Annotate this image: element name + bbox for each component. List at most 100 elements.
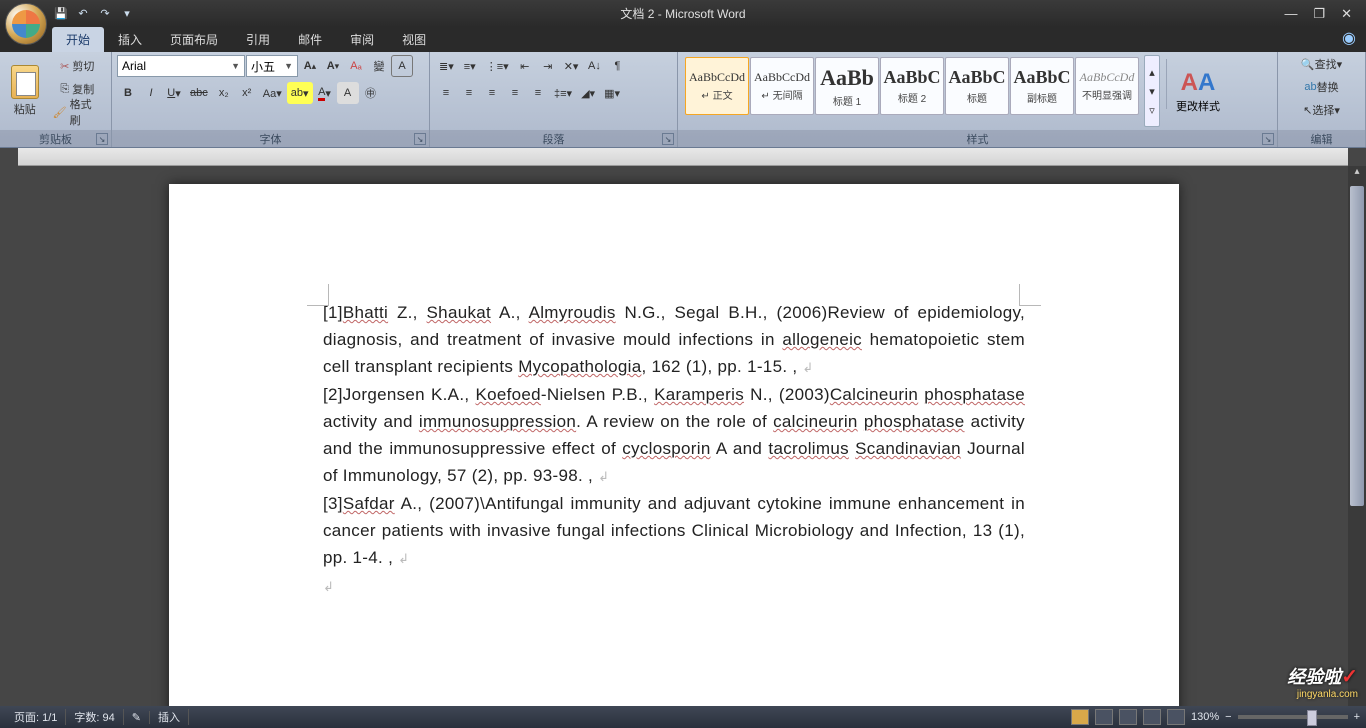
window-title: 文档 2 - Microsoft Word bbox=[620, 5, 745, 22]
show-marks-button[interactable]: ¶ bbox=[606, 55, 628, 77]
select-button[interactable]: ↖选择▾ bbox=[1283, 99, 1360, 121]
numbering-button[interactable]: ≡▾ bbox=[459, 55, 481, 77]
redo-icon[interactable]: ↷ bbox=[96, 5, 114, 23]
change-styles-button[interactable]: AA 更改样式 bbox=[1170, 55, 1226, 127]
font-name-combo[interactable]: Arial▼ bbox=[117, 55, 245, 77]
asian-layout-button[interactable]: ✕▾ bbox=[560, 55, 583, 77]
view-printlayout-button[interactable] bbox=[1071, 709, 1089, 725]
borders-button[interactable]: ▦▾ bbox=[600, 82, 624, 104]
subscript-button[interactable]: x₂ bbox=[213, 82, 235, 104]
paragraph-1[interactable]: [1]Bhatti Z., Shaukat A., Almyroudis N.G… bbox=[323, 299, 1025, 381]
bold-button[interactable]: B bbox=[117, 82, 139, 104]
paste-label: 粘贴 bbox=[14, 101, 36, 117]
cut-button[interactable]: ✂ 剪切 bbox=[49, 55, 106, 77]
font-color-button[interactable]: A▾ bbox=[314, 82, 336, 104]
align-left-button[interactable]: ≡ bbox=[435, 82, 457, 104]
undo-icon[interactable]: ↶ bbox=[74, 5, 92, 23]
close-button[interactable]: ✕ bbox=[1341, 6, 1352, 22]
align-center-button[interactable]: ≡ bbox=[458, 82, 480, 104]
line-spacing-button[interactable]: ‡≡▾ bbox=[550, 82, 576, 104]
view-outline-button[interactable] bbox=[1143, 709, 1161, 725]
justify-button[interactable]: ≡ bbox=[504, 82, 526, 104]
qat-dropdown-icon[interactable]: ▾ bbox=[118, 5, 136, 23]
enclose-char-button[interactable]: ㊥ bbox=[360, 82, 382, 104]
find-button[interactable]: 🔍查找▾ bbox=[1283, 53, 1360, 75]
shading-button[interactable]: ◢▾ bbox=[577, 82, 599, 104]
status-wordcount[interactable]: 字数: 94 bbox=[66, 709, 123, 725]
status-mode[interactable]: 插入 bbox=[150, 709, 189, 725]
quick-access-toolbar: 💾 ↶ ↷ ▾ bbox=[52, 5, 136, 23]
phonetic-guide-button[interactable]: 變 bbox=[368, 55, 390, 77]
view-fullscreen-button[interactable] bbox=[1095, 709, 1113, 725]
style-subtitle[interactable]: AaBbC副标题 bbox=[1010, 57, 1074, 115]
clipboard-launcher[interactable]: ↘ bbox=[96, 133, 108, 145]
replace-button[interactable]: ab替换 bbox=[1283, 76, 1360, 98]
distribute-button[interactable]: ≡ bbox=[527, 82, 549, 104]
minimize-button[interactable]: — bbox=[1284, 6, 1297, 22]
gallery-more-icon[interactable]: ▿ bbox=[1145, 101, 1159, 119]
decrease-indent-button[interactable]: ⇤ bbox=[514, 55, 536, 77]
strikethrough-button[interactable]: abc bbox=[186, 82, 212, 104]
superscript-button[interactable]: x² bbox=[236, 82, 258, 104]
font-launcher[interactable]: ↘ bbox=[414, 133, 426, 145]
style-subtle-emphasis[interactable]: AaBbCcDd不明显强调 bbox=[1075, 57, 1139, 115]
change-case-button[interactable]: Aa▾ bbox=[259, 82, 286, 104]
document-body[interactable]: [1]Bhatti Z., Shaukat A., Almyroudis N.G… bbox=[323, 299, 1025, 600]
style-normal[interactable]: AaBbCcDd↵ 正文 bbox=[685, 57, 749, 115]
status-page[interactable]: 页面: 1/1 bbox=[6, 709, 66, 725]
paragraph-2[interactable]: [2]Jorgensen K.A., Koefoed-Nielsen P.B.,… bbox=[323, 381, 1025, 490]
char-shading-button[interactable]: A bbox=[337, 82, 359, 104]
align-right-button[interactable]: ≡ bbox=[481, 82, 503, 104]
zoom-in-button[interactable]: + bbox=[1354, 711, 1360, 723]
increase-indent-button[interactable]: ⇥ bbox=[537, 55, 559, 77]
tab-insert[interactable]: 插入 bbox=[104, 27, 156, 52]
styles-launcher[interactable]: ↘ bbox=[1262, 133, 1274, 145]
tab-references[interactable]: 引用 bbox=[232, 27, 284, 52]
tab-pagelayout[interactable]: 页面布局 bbox=[156, 27, 232, 52]
grow-font-button[interactable]: A▴ bbox=[299, 55, 321, 77]
underline-button[interactable]: U▾ bbox=[163, 82, 185, 104]
clear-formatting-button[interactable]: Aₐ bbox=[345, 55, 367, 77]
page[interactable]: [1]Bhatti Z., Shaukat A., Almyroudis N.G… bbox=[169, 184, 1179, 706]
status-proofing-icon[interactable]: ✎ bbox=[124, 711, 150, 724]
zoom-level[interactable]: 130% bbox=[1191, 711, 1219, 723]
tab-review[interactable]: 审阅 bbox=[336, 27, 388, 52]
style-nospacing[interactable]: AaBbCcDd↵ 无间隔 bbox=[750, 57, 814, 115]
paragraph-3[interactable]: [3]Safdar A., (2007)\Antifungal immunity… bbox=[323, 490, 1025, 572]
paste-button[interactable]: 粘贴 bbox=[5, 55, 45, 127]
shrink-font-button[interactable]: A▾ bbox=[322, 55, 344, 77]
tab-mailings[interactable]: 邮件 bbox=[284, 27, 336, 52]
vertical-scrollbar[interactable]: ▴ bbox=[1348, 166, 1366, 706]
style-title[interactable]: AaBbC标题 bbox=[945, 57, 1009, 115]
maximize-button[interactable]: ❐ bbox=[1313, 6, 1325, 22]
zoom-out-button[interactable]: − bbox=[1225, 711, 1231, 723]
style-gallery[interactable]: AaBbCcDd↵ 正文 AaBbCcDd↵ 无间隔 AaBb标题 1 AaBb… bbox=[683, 55, 1141, 127]
character-border-button[interactable]: A bbox=[391, 55, 413, 77]
margin-corner-tl bbox=[307, 284, 329, 306]
tab-home[interactable]: 开始 bbox=[52, 27, 104, 52]
office-button[interactable] bbox=[5, 3, 47, 45]
group-styles-label: 样式 bbox=[967, 131, 989, 147]
view-weblayout-button[interactable] bbox=[1119, 709, 1137, 725]
page-viewport[interactable]: [1]Bhatti Z., Shaukat A., Almyroudis N.G… bbox=[0, 166, 1348, 706]
font-size-combo[interactable]: 小五▼ bbox=[246, 55, 298, 77]
sort-button[interactable]: A↓ bbox=[583, 55, 605, 77]
style-heading2[interactable]: AaBbC标题 2 bbox=[880, 57, 944, 115]
save-icon[interactable]: 💾 bbox=[52, 5, 70, 23]
paragraph-empty[interactable]: ↲ bbox=[323, 572, 1025, 600]
multilevel-button[interactable]: ⋮≡▾ bbox=[482, 55, 513, 77]
style-heading1[interactable]: AaBb标题 1 bbox=[815, 57, 879, 115]
view-draft-button[interactable] bbox=[1167, 709, 1185, 725]
zoom-slider[interactable] bbox=[1238, 715, 1348, 719]
scroll-thumb[interactable] bbox=[1350, 186, 1364, 506]
tab-view[interactable]: 视图 bbox=[388, 27, 440, 52]
highlight-button[interactable]: ab▾ bbox=[287, 82, 313, 104]
gallery-down-icon[interactable]: ▾ bbox=[1145, 82, 1159, 100]
help-icon[interactable]: ◉ bbox=[1332, 24, 1366, 52]
horizontal-ruler[interactable] bbox=[18, 148, 1348, 166]
paragraph-launcher[interactable]: ↘ bbox=[662, 133, 674, 145]
italic-button[interactable]: I bbox=[140, 82, 162, 104]
gallery-up-icon[interactable]: ▴ bbox=[1145, 63, 1159, 81]
format-painter-button[interactable]: 🖌 格式刷 bbox=[49, 101, 106, 123]
bullets-button[interactable]: ≣▾ bbox=[435, 55, 458, 77]
